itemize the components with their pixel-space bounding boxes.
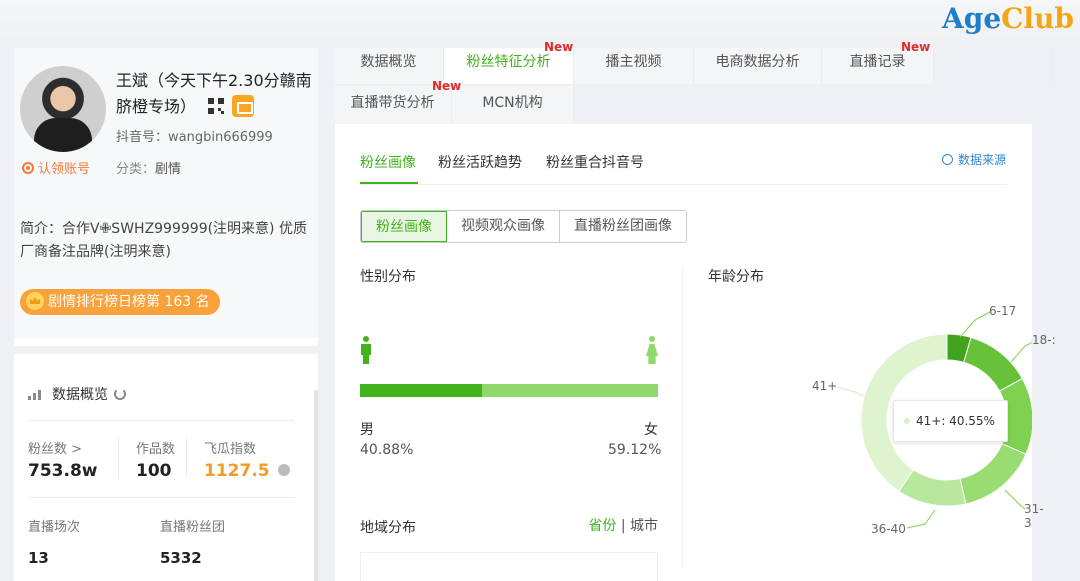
new-badge: New (432, 79, 462, 93)
tab-creator-videos[interactable]: 播主视频 (574, 48, 694, 84)
ageclub-logo: AgeClub (942, 2, 1074, 35)
fans-stat[interactable]: 粉丝数 >753.8w (28, 438, 97, 481)
subtab-fan-overlap[interactable]: 粉丝重合抖音号 (546, 152, 644, 172)
scrollbar[interactable] (314, 390, 318, 581)
female-stat: 女 59.12% (608, 422, 662, 458)
shop-icon[interactable] (232, 95, 255, 117)
douyin-id: 抖音号：wangbin666999 (116, 130, 273, 145)
overview-title: 数据概览 (28, 384, 126, 404)
tab-ecommerce[interactable]: 电商数据分析 (694, 48, 822, 84)
subtab-fan-portrait[interactable]: 粉丝画像 (360, 152, 416, 172)
overview-divider-2 (28, 497, 294, 498)
segment-live-fans[interactable]: 直播粉丝团画像 (560, 211, 686, 242)
region-title: 地域分布 (360, 520, 416, 536)
live-count-stat: 直播场次 13 (28, 520, 81, 567)
bar-chart-icon (28, 388, 44, 400)
crown-icon (26, 292, 44, 310)
region-toggle: 省份 | 城市 (588, 518, 658, 534)
tab-mcn[interactable]: MCN机构 (452, 86, 574, 124)
rank-badge[interactable]: 剧情排行榜日榜第 163 名 (20, 289, 220, 315)
subtab-fan-activity[interactable]: 粉丝活跃趋势 (438, 152, 522, 172)
feigua-index-stat: 飞瓜指数 1127.5 (204, 438, 290, 481)
segment-video-audience[interactable]: 视频观众画像 (447, 211, 560, 242)
fan-portrait-card: 粉丝画像 粉丝活跃趋势 粉丝重合抖音号 数据来源 粉丝画像 视频观众画像 直播粉… (335, 124, 1032, 581)
claim-account-link[interactable]: 认领账号 (22, 158, 90, 177)
segment-fan-portrait[interactable]: 粉丝画像 (361, 211, 447, 242)
category: 分类：剧情 (116, 162, 182, 177)
main-tabs: 数据概览 粉丝特征分析 播主视频 电商数据分析 直播记录 直播带货分析 MCN机… (334, 40, 1052, 124)
data-source-link[interactable]: 数据来源 (941, 151, 1006, 168)
help-icon (941, 154, 953, 165)
works-stat: 作品数 100 (136, 442, 176, 481)
panel-divider (14, 346, 318, 354)
account-name: 王斌（今天下午2.30分赣南脐橙专场） (116, 71, 312, 117)
male-icon (360, 336, 372, 364)
gender-title: 性别分布 (360, 269, 416, 285)
avatar[interactable] (20, 66, 106, 152)
info-icon[interactable] (277, 464, 290, 476)
new-badge: New (544, 40, 574, 54)
region-province-tab[interactable]: 省份 (588, 518, 616, 534)
refresh-icon[interactable] (114, 388, 126, 400)
new-badge: New (901, 40, 931, 54)
age-title: 年龄分布 (708, 269, 764, 285)
portrait-segment-control: 粉丝画像 视频观众画像 直播粉丝团画像 (360, 210, 687, 243)
active-subtab-indicator (360, 182, 418, 184)
female-bar-segment (481, 384, 658, 397)
region-table (360, 552, 658, 581)
overview-divider (28, 420, 294, 421)
account-intro: 简介：合作V✙SWHZ999999(注明来意) 优质厂商备注品牌(注明来意) (20, 221, 307, 260)
region-city-tab[interactable]: 城市 (630, 518, 658, 534)
tab-data-overview[interactable]: 数据概览 (334, 48, 444, 84)
female-icon (646, 336, 658, 364)
age-label-18: 18-: (1032, 333, 1056, 347)
male-bar-segment (360, 384, 482, 397)
male-stat: 男 40.88% (360, 422, 414, 458)
live-fans-stat: 直播粉丝团 5332 (160, 520, 226, 567)
target-icon (22, 162, 34, 174)
qr-code-icon[interactable] (208, 98, 225, 114)
profile-panel: 王斌（今天下午2.30分赣南脐橙专场） 抖音号：wangbin666999 认领… (14, 48, 318, 581)
gender-bar[interactable] (360, 384, 658, 397)
profile-header: 王斌（今天下午2.30分赣南脐橙专场） 抖音号：wangbin666999 认领… (14, 48, 318, 338)
